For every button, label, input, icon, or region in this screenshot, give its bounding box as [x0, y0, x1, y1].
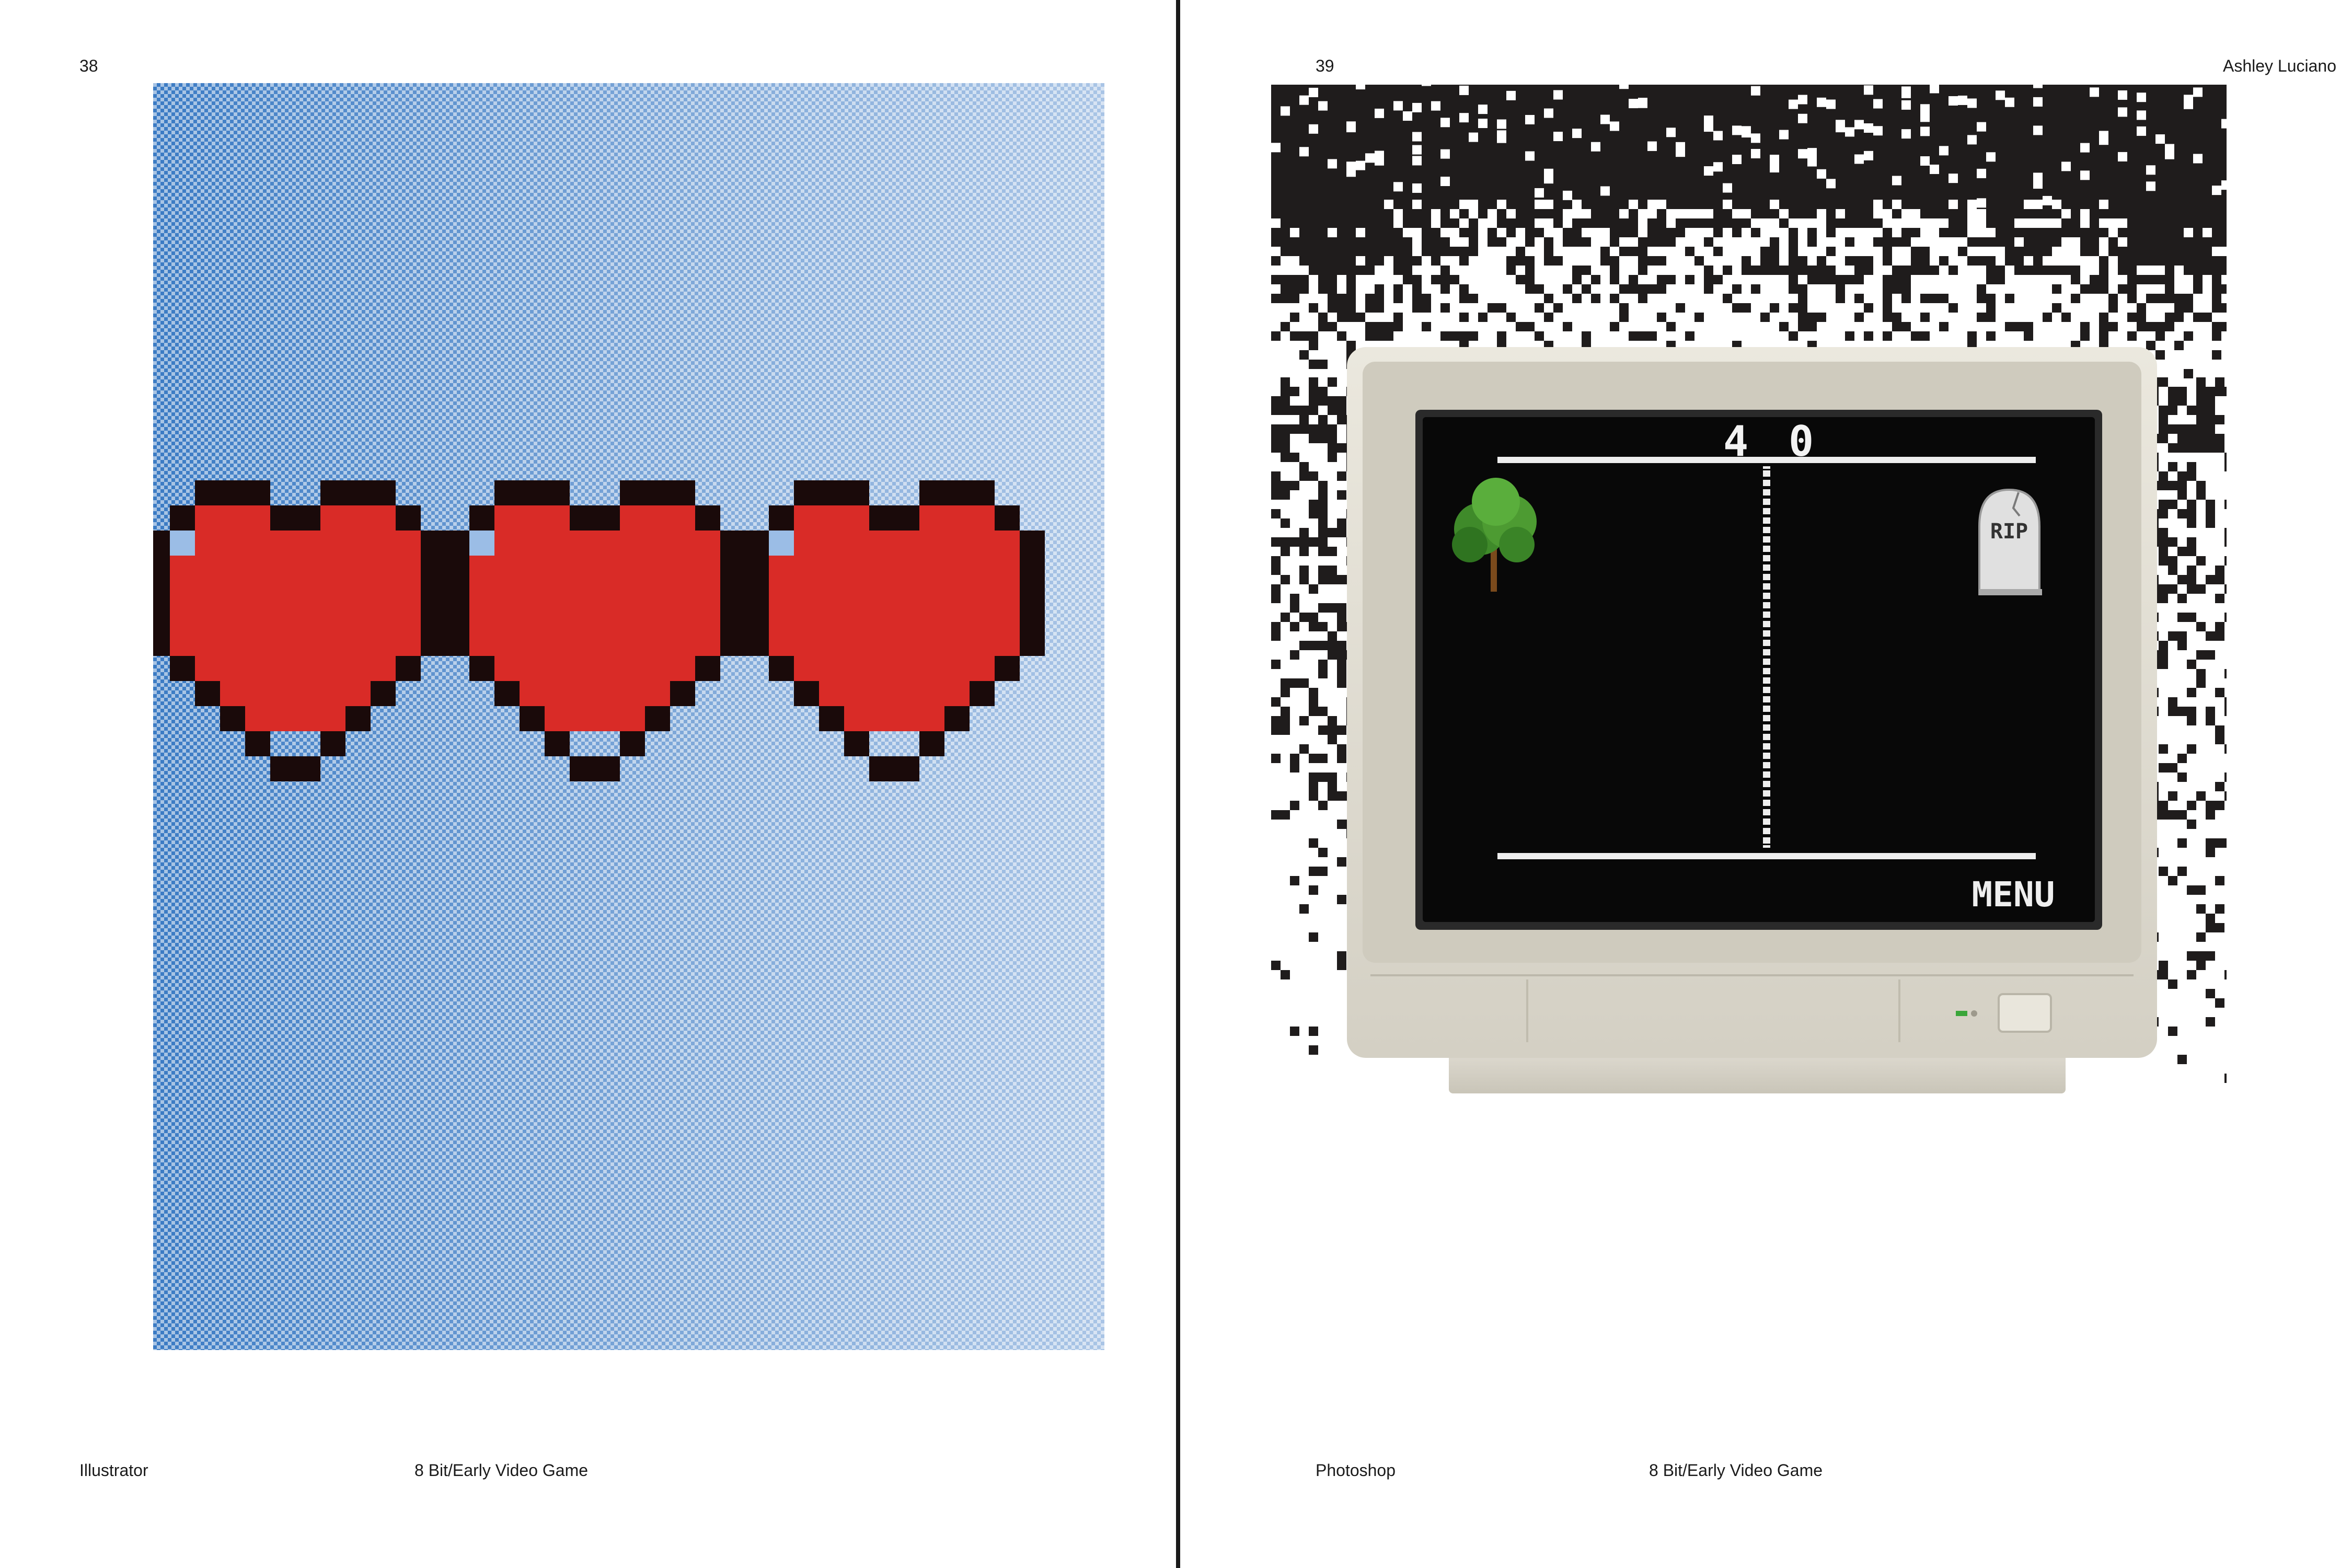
footer-software: Illustrator — [79, 1461, 148, 1480]
score-right: 0 — [1789, 417, 1814, 466]
hearts-artwork — [153, 83, 1104, 1350]
left-page: 38 Illustrator 8 Bit/Early Video Game — [0, 0, 1176, 1568]
page-number: 38 — [79, 56, 98, 75]
center-net — [1763, 466, 1770, 848]
spine-divider — [1176, 0, 1180, 1568]
score-left: 4 — [1723, 417, 1748, 466]
monitor-artwork: 4 0 RIP MENU — [1271, 85, 2227, 1093]
footer-topic: 8 Bit/Early Video Game — [1649, 1461, 1823, 1480]
footer-software: Photoshop — [1316, 1461, 1396, 1480]
author-name: Ashley Luciano — [2222, 56, 2336, 75]
footer-topic: 8 Bit/Early Video Game — [414, 1461, 589, 1480]
tombstone-text: RIP — [1990, 520, 2028, 544]
menu-label: MENU — [1972, 874, 2055, 915]
page-number: 39 — [1316, 56, 1334, 75]
tombstone-icon: RIP — [1978, 488, 2042, 595]
